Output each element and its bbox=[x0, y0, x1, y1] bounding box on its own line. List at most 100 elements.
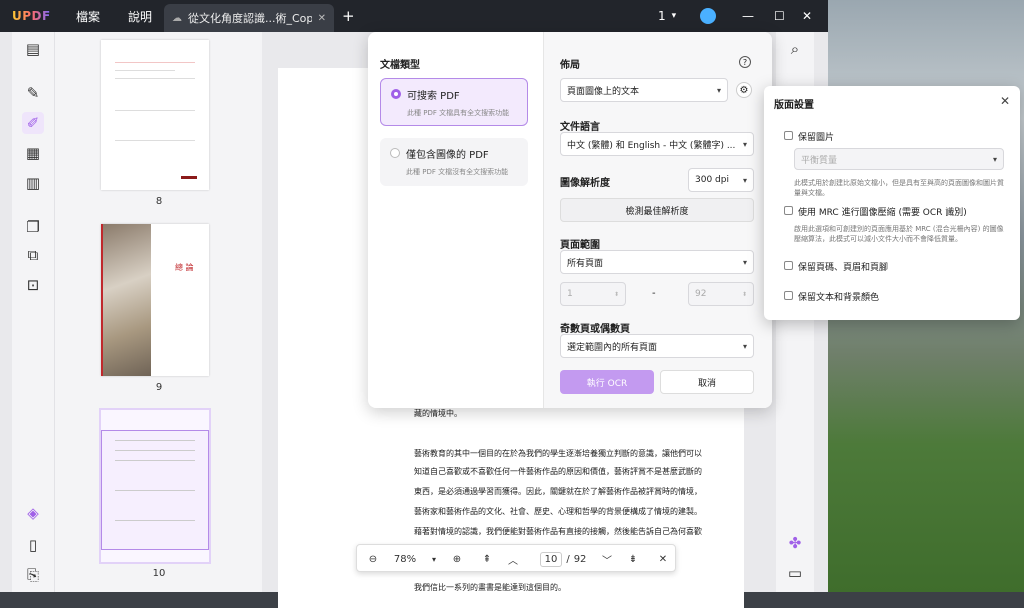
minimize-button[interactable]: — bbox=[742, 0, 754, 32]
popup-title: 版面設置 bbox=[774, 100, 814, 111]
radio-selected-icon[interactable] bbox=[391, 89, 401, 99]
run-ocr-button[interactable]: 執行 OCR bbox=[560, 370, 654, 394]
keep-text-bg-checkbox[interactable] bbox=[784, 291, 793, 300]
tab-close-icon[interactable]: ✕ bbox=[318, 13, 326, 24]
chevron-down-icon: ▾ bbox=[742, 341, 747, 351]
thumbnail-caption: 總 論 bbox=[175, 263, 194, 272]
range-from-input[interactable]: 1 ⬍ bbox=[560, 282, 626, 306]
page-indicator[interactable]: 10 / 92 bbox=[531, 545, 595, 573]
current-page[interactable]: 10 bbox=[539, 551, 563, 567]
range-to-input[interactable]: 92 ⬍ bbox=[688, 282, 754, 306]
zoom-out-icon[interactable]: ⊖ bbox=[363, 545, 383, 573]
thumbnail-number: 9 bbox=[155, 382, 163, 393]
zoom-in-icon[interactable]: ⊕ bbox=[447, 545, 467, 573]
layers-icon[interactable]: ◈ bbox=[22, 502, 44, 524]
user-avatar[interactable] bbox=[700, 0, 716, 32]
total-pages: 92 bbox=[573, 553, 587, 565]
option-desc: 此種 PDF 文檔沒有全文搜索功能 bbox=[406, 168, 509, 176]
page-separator: / bbox=[566, 553, 570, 565]
edit-pdf-icon[interactable]: ✐ bbox=[22, 112, 44, 134]
zoom-toolbar: ⊖ 78% ▾ ⊕ ⇞ ︿ 10 / 92 ﹀ ⇟ ✕ bbox=[356, 544, 676, 572]
chevron-down-icon: ▾ bbox=[671, 11, 677, 21]
tab-title: 從文化角度認識...術_Copy* bbox=[188, 12, 312, 25]
thumbnail-page-9[interactable]: 總 論 bbox=[101, 224, 209, 376]
page-range-select[interactable]: 所有頁面 ▾ bbox=[560, 250, 754, 274]
doc-line: 藏的情境中。 bbox=[414, 409, 462, 418]
previous-page-icon[interactable]: ︿ bbox=[503, 545, 523, 573]
quality-select[interactable]: 平衡質量 ▾ bbox=[794, 148, 1004, 170]
keep-header-footer-label: 保留頁碼、頁眉和頁腳 bbox=[798, 263, 889, 273]
add-tab-button[interactable]: + bbox=[342, 0, 355, 32]
detect-resolution-button[interactable]: 檢測最佳解析度 bbox=[560, 198, 754, 222]
doc-line: 東西，是必須通過學習而獲得。因此，關鍵就在於了解藝術作品被評賞時的情境， bbox=[414, 487, 702, 496]
stepper-icon[interactable]: ⬍ bbox=[614, 291, 619, 298]
attachment-icon[interactable]: ⎘ bbox=[22, 564, 44, 586]
close-zoombar-icon[interactable]: ✕ bbox=[653, 545, 673, 573]
odd-even-label: 奇數頁或偶數頁 bbox=[560, 324, 630, 335]
option-image-only-pdf[interactable]: 僅包含圖像的 PDF 此種 PDF 文檔沒有全文搜索功能 bbox=[380, 138, 528, 186]
crop-icon[interactable]: ⧉ bbox=[22, 244, 44, 266]
close-icon[interactable]: ✕ bbox=[1000, 94, 1010, 108]
document-tab[interactable]: ☁ 從文化角度認識...術_Copy* ✕ bbox=[164, 4, 334, 32]
fill-sign-icon[interactable]: ▥ bbox=[22, 172, 44, 194]
ocr-settings-column: 佈局 ? 頁面圖像上的文本 ▾ ⚙ 文件語言 中文 (繁體) 和 English … bbox=[544, 32, 772, 408]
mrc-checkbox[interactable] bbox=[784, 206, 793, 215]
close-button[interactable]: ✕ bbox=[802, 0, 812, 32]
resolution-label: 圖像解析度 bbox=[560, 178, 610, 189]
thumbnail-page-10[interactable] bbox=[99, 408, 211, 564]
first-page-icon[interactable]: ⇞ bbox=[477, 545, 497, 573]
keep-images-checkbox[interactable] bbox=[784, 131, 793, 140]
chevron-down-icon: ▾ bbox=[716, 85, 721, 95]
comment-icon[interactable]: ✎ bbox=[22, 82, 44, 104]
thumbnail-panel: 8 總 論 9 10 bbox=[54, 32, 262, 592]
ai-assistant-icon[interactable]: ✤ bbox=[784, 532, 806, 554]
layout-select[interactable]: 頁面圖像上的文本 ▾ bbox=[560, 78, 728, 102]
thumbnail-number: 10 bbox=[152, 568, 166, 579]
mrc-label: 使用 MRC 進行圖像壓縮 (需要 OCR 識別) bbox=[798, 208, 967, 218]
chevron-down-icon: ▾ bbox=[742, 175, 747, 185]
language-label: 文件語言 bbox=[560, 122, 600, 133]
chat-icon[interactable]: ▭ bbox=[784, 562, 806, 584]
organize-pages-icon[interactable]: ❐ bbox=[22, 216, 44, 238]
doc-line: 藝術教育的其中一個目的在於為我們的學生逐漸培養獨立判斷的意識，讓他們可以 bbox=[414, 449, 702, 458]
chevron-down-icon: ▾ bbox=[742, 139, 747, 149]
menu-help[interactable]: 說明 bbox=[128, 0, 152, 32]
chevron-down-icon: ▾ bbox=[992, 154, 997, 164]
reader-icon[interactable]: ▤ bbox=[22, 38, 44, 60]
page-range-label: 頁面範圍 bbox=[560, 240, 600, 251]
quality-note: 此模式用於創建比原始文檔小，但是具有至與高的頁面圖像和圖片質量與文檔。 bbox=[794, 179, 1004, 197]
maximize-button[interactable]: ☐ bbox=[774, 0, 785, 32]
doc-line: 藉著對情境的認識，我們便能對藝術作品有直接的接觸，然後能告訴自己為何喜歡 bbox=[414, 527, 702, 536]
ocr-icon[interactable]: ⊡ bbox=[22, 274, 44, 296]
form-icon[interactable]: ▦ bbox=[22, 142, 44, 164]
doc-type-label: 文檔類型 bbox=[380, 60, 420, 71]
option-searchable-pdf[interactable]: 可搜索 PDF 此種 PDF 文檔具有全文搜索功能 bbox=[380, 78, 528, 126]
keep-header-footer-checkbox[interactable] bbox=[784, 261, 793, 270]
keep-images-label: 保留圖片 bbox=[798, 133, 835, 143]
stepper-icon[interactable]: ⬍ bbox=[742, 291, 747, 298]
thumbnail-page-8[interactable] bbox=[101, 40, 209, 190]
search-icon[interactable]: ⌕ bbox=[784, 38, 806, 60]
next-page-icon[interactable]: ﹀ bbox=[597, 545, 617, 573]
left-toolbar: ▤ ✎ ✐ ▦ ▥ ❐ ⧉ ⊡ ◈ ▯ ⎘ bbox=[12, 32, 54, 592]
cancel-button[interactable]: 取消 bbox=[660, 370, 754, 394]
layout-settings-popup: 版面設置 ✕ 保留圖片 平衡質量 ▾ 此模式用於創建比原始文檔小，但是具有至與高的… bbox=[764, 86, 1020, 320]
range-dash: - bbox=[652, 288, 656, 299]
last-page-icon[interactable]: ⇟ bbox=[623, 545, 643, 573]
radio-unselected-icon[interactable] bbox=[390, 148, 400, 158]
app-logo: UPDF bbox=[12, 9, 51, 23]
mrc-note: 啟用此選項和可創建別的頁面應用基於 MRC (混合光柵內容) 的圖像壓縮算法，此… bbox=[794, 225, 1004, 243]
odd-even-select[interactable]: 選定範圍內的所有頁面 ▾ bbox=[560, 334, 754, 358]
bookmark-icon[interactable]: ▯ bbox=[22, 534, 44, 556]
layout-settings-gear-icon[interactable]: ⚙ bbox=[736, 82, 752, 98]
help-icon[interactable]: ? bbox=[739, 56, 751, 68]
ocr-panel: 文檔類型 可搜索 PDF 此種 PDF 文檔具有全文搜索功能 僅包含圖像的 PD… bbox=[368, 32, 772, 408]
language-select[interactable]: 中文 (繁體) 和 English - 中文 (繁體字) ... ▾ bbox=[560, 132, 754, 156]
doc-type-column: 文檔類型 可搜索 PDF 此種 PDF 文檔具有全文搜索功能 僅包含圖像的 PD… bbox=[368, 32, 544, 408]
cloud-icon: ☁ bbox=[172, 12, 182, 24]
zoom-value[interactable]: 78% bbox=[387, 545, 423, 573]
resolution-select[interactable]: 300 dpi ▾ bbox=[688, 168, 754, 192]
menu-file[interactable]: 檔案 bbox=[76, 0, 100, 32]
window-count[interactable]: 1 ▾ bbox=[658, 0, 676, 32]
zoom-dropdown-icon[interactable]: ▾ bbox=[427, 545, 441, 573]
